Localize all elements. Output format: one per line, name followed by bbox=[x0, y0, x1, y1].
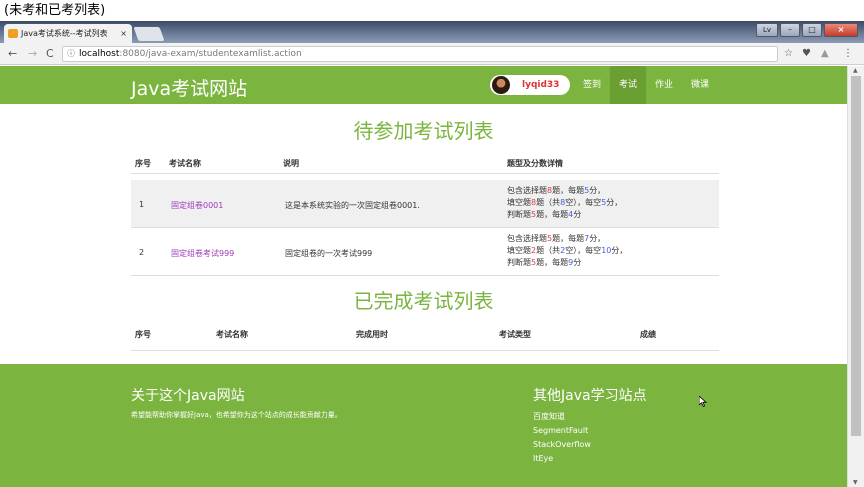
row-index: 2 bbox=[139, 248, 145, 257]
nav-checkin[interactable]: 签到 bbox=[574, 66, 610, 104]
tab-close-icon[interactable]: × bbox=[120, 24, 127, 43]
col-index: 序号 bbox=[135, 330, 151, 339]
pending-exams-title: 待参加考试列表 bbox=[353, 119, 494, 143]
site-info-icon[interactable]: ⓘ bbox=[67, 47, 75, 61]
scroll-up-icon[interactable]: ▲ bbox=[853, 67, 858, 74]
url-host: localhost bbox=[79, 49, 120, 59]
nav-links: 签到 考试 作业 微课 bbox=[574, 66, 718, 104]
footer-link[interactable]: SegmentFault bbox=[533, 424, 591, 438]
new-tab-button[interactable] bbox=[133, 27, 165, 41]
col-time-used: 完成用时 bbox=[356, 330, 388, 339]
page-scrollbar[interactable]: ▲ ▼ bbox=[847, 66, 864, 487]
close-window-button[interactable]: × bbox=[824, 23, 858, 37]
col-score: 成绩 bbox=[640, 330, 656, 339]
row-description: 固定组卷的一次考试999 bbox=[285, 249, 373, 258]
extension-icon[interactable]: ▲ bbox=[821, 46, 829, 62]
col-exam-name: 考试名称 bbox=[216, 330, 248, 339]
other-sites-title: 其他Java学习站点 bbox=[533, 388, 647, 404]
forward-arrow-icon[interactable]: → bbox=[28, 46, 37, 62]
col-exam-type: 考试类型 bbox=[499, 330, 531, 339]
col-details: 题型及分数详情 bbox=[507, 159, 563, 168]
exam-link[interactable]: 固定组卷考试999 bbox=[171, 248, 234, 259]
site-brand[interactable]: Java考试网站 bbox=[131, 74, 247, 101]
about-title: 关于这个Java网站 bbox=[131, 388, 245, 404]
user-badge[interactable]: lyqid33 bbox=[490, 75, 570, 95]
col-description: 说明 bbox=[283, 159, 299, 168]
menu-icon[interactable]: ⋮ bbox=[843, 46, 853, 62]
row-details: 包含选择题8题，每题5分， 填空题8题（共8空），每空5分， 判断题5题，每题4… bbox=[507, 186, 623, 219]
col-exam-name: 考试名称 bbox=[169, 159, 201, 168]
col-index: 序号 bbox=[135, 159, 151, 168]
username: lyqid33 bbox=[522, 80, 560, 90]
nav-exam[interactable]: 考试 bbox=[610, 66, 647, 104]
site-navbar: Java考试网站 lyqid33 签到 考试 作业 微课 bbox=[0, 66, 847, 104]
table-header: 序号 考试名称 完成用时 考试类型 成绩 bbox=[131, 323, 719, 351]
completed-exams-title: 已完成考试列表 bbox=[353, 289, 494, 313]
row-index: 1 bbox=[139, 200, 145, 209]
minimize-button[interactable]: – bbox=[780, 23, 800, 37]
avatar bbox=[492, 76, 510, 94]
pocket-icon[interactable]: ♥ bbox=[802, 46, 811, 62]
profile-button[interactable]: Lv bbox=[756, 23, 778, 37]
reload-icon[interactable]: C bbox=[46, 46, 54, 62]
bookmark-star-icon[interactable]: ☆ bbox=[784, 46, 793, 62]
window-controls: Lv – □ × bbox=[754, 23, 858, 37]
scroll-thumb[interactable] bbox=[851, 76, 861, 436]
back-arrow-icon[interactable]: ← bbox=[8, 46, 17, 62]
tab-title: Java考试系统--考试列表 bbox=[21, 29, 108, 38]
maximize-button[interactable]: □ bbox=[802, 23, 822, 37]
mouse-cursor-icon bbox=[699, 396, 707, 407]
footer-link[interactable]: ItEye bbox=[533, 452, 591, 466]
nav-homework[interactable]: 作业 bbox=[646, 66, 682, 104]
table-row: 1 固定组卷0001 这是本系统实验的一次固定组卷0001. 包含选择题8题，每… bbox=[131, 180, 719, 228]
exam-link[interactable]: 固定组卷0001 bbox=[171, 200, 223, 211]
page-viewport: Java考试网站 lyqid33 签到 考试 作业 微课 待参加考试列表 序号 … bbox=[0, 66, 847, 487]
about-text: 希望能帮助你掌握好Java，也希望你为这个站点的成长能贡献力量。 bbox=[131, 411, 342, 419]
url-path: :8080/java-exam/studentexamlist.action bbox=[119, 49, 302, 59]
address-toolbar: ← → C ⓘ localhost:8080/java-exam/student… bbox=[0, 43, 864, 65]
scroll-down-icon[interactable]: ▼ bbox=[853, 479, 858, 486]
favicon-icon bbox=[8, 29, 18, 38]
site-footer: 关于这个Java网站 希望能帮助你掌握好Java，也希望你为这个站点的成长能贡献… bbox=[0, 364, 847, 487]
footer-link[interactable]: StackOverflow bbox=[533, 438, 591, 452]
footer-link[interactable]: 百度知道 bbox=[533, 410, 591, 424]
other-sites-list: 百度知道 SegmentFault StackOverflow ItEye bbox=[533, 410, 591, 466]
table-row: 2 固定组卷考试999 固定组卷的一次考试999 包含选择题5题，每题7分， 填… bbox=[131, 228, 719, 276]
row-details: 包含选择题5题，每题7分， 填空题2题（共2空），每空10分， 判断题5题，每题… bbox=[507, 234, 628, 267]
screenshot-caption: (未考和已考列表) bbox=[4, 3, 106, 18]
row-description: 这是本系统实验的一次固定组卷0001. bbox=[285, 201, 420, 210]
nav-microclass[interactable]: 微课 bbox=[682, 66, 718, 104]
table-header: 序号 考试名称 说明 题型及分数详情 bbox=[131, 152, 719, 174]
browser-tab-strip: Java考试系统--考试列表 × Lv – □ × bbox=[0, 21, 864, 43]
url-input[interactable]: ⓘ localhost:8080/java-exam/studentexamli… bbox=[62, 46, 778, 62]
browser-tab[interactable]: Java考试系统--考试列表 × bbox=[4, 24, 132, 43]
